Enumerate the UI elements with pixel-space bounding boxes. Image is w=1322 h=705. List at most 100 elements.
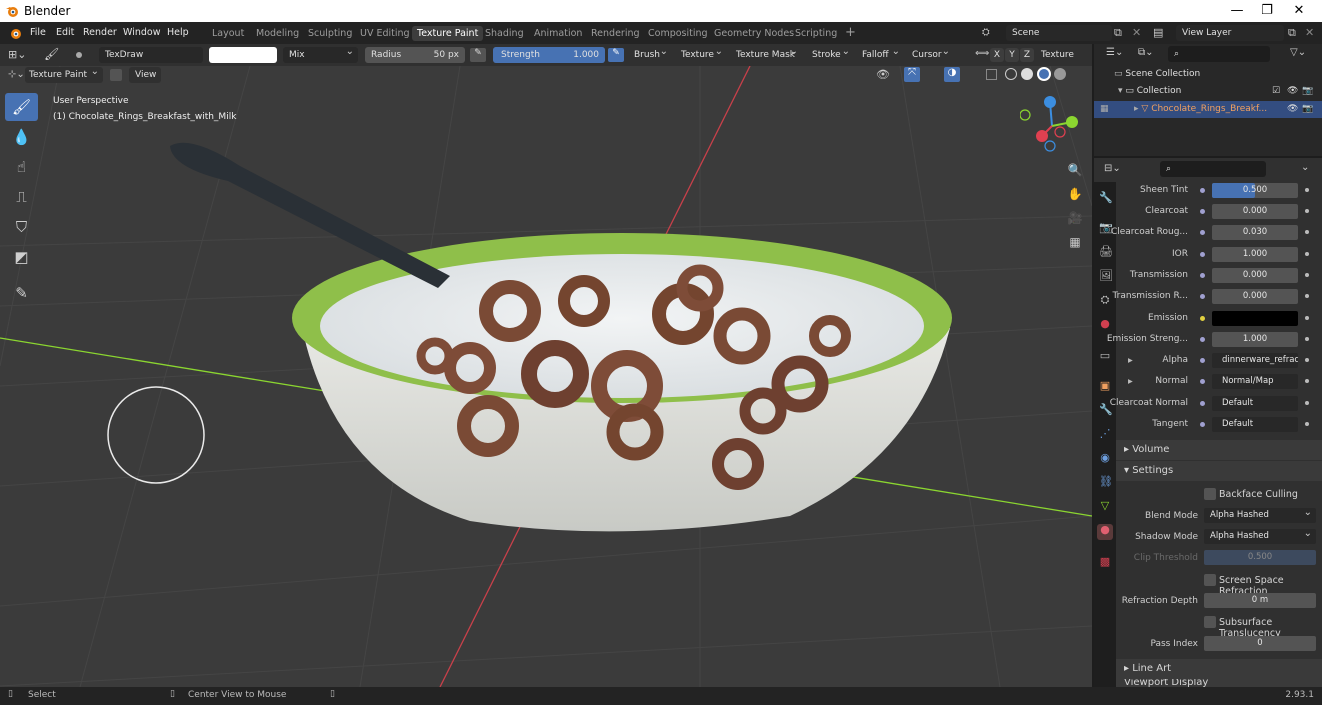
view-layer-field[interactable]: View Layer xyxy=(1176,25,1284,41)
menu-file[interactable]: File xyxy=(30,27,46,38)
clearcoat-field[interactable]: 0.000 xyxy=(1212,204,1298,219)
normal-field[interactable]: Normal/Map xyxy=(1212,374,1298,389)
ortho-grid-icon[interactable]: ▦ xyxy=(1066,233,1084,251)
keyframe-dot-icon[interactable] xyxy=(1305,337,1309,341)
gizmo-toggle-icon[interactable]: ⤧ xyxy=(904,67,920,82)
eye-icon[interactable]: 👁 xyxy=(1287,83,1298,100)
view-layer-icon[interactable]: ▤ xyxy=(1153,26,1163,39)
scene-icon[interactable]: ⛭ xyxy=(982,27,990,38)
new-scene-icon[interactable]: ⧉ xyxy=(1114,26,1122,40)
fake-user-dot-icon[interactable] xyxy=(76,52,82,58)
tab-compositing[interactable]: Compositing xyxy=(643,26,713,41)
maximize-button[interactable]: ❐ xyxy=(1252,2,1282,20)
menu-render[interactable]: Render xyxy=(83,27,117,38)
keyframe-dot-icon[interactable] xyxy=(1305,316,1309,320)
keyframe-dot-icon[interactable] xyxy=(1305,358,1309,362)
3d-viewport[interactable]: ⊹⌄ Texture Paint View 👁 ⤧ ◑ User Perspec… xyxy=(0,66,1092,687)
pan-hand-icon[interactable]: ✋ xyxy=(1066,185,1084,203)
navigation-gizmo[interactable] xyxy=(1020,94,1084,158)
output-tab-icon[interactable]: 🖨 xyxy=(1099,246,1113,258)
add-workspace-icon[interactable]: + xyxy=(840,26,861,41)
expand-arrow-icon[interactable]: ▸ xyxy=(1128,376,1133,387)
object-tab-icon[interactable]: ▣ xyxy=(1099,380,1111,392)
render-tab-icon[interactable]: 📷 xyxy=(1099,222,1113,234)
brush-name-field[interactable]: TexDraw xyxy=(99,47,203,63)
view-layer-tab-icon[interactable]: 🖼 xyxy=(1099,270,1113,282)
symmetry-icon[interactable]: ⟺ xyxy=(975,48,989,59)
draw-tool-icon[interactable]: 🖌 xyxy=(5,93,38,121)
radius-pressure-icon[interactable]: ✎ xyxy=(470,48,486,62)
keyframe-dot-icon[interactable] xyxy=(1305,422,1309,426)
mode-dropdown[interactable]: Texture Paint xyxy=(25,66,103,83)
tab-scripting[interactable]: Scripting xyxy=(790,26,842,41)
data-tab-icon[interactable]: ▽ xyxy=(1099,500,1111,512)
overlays-toggle-icon[interactable]: ◑ xyxy=(944,67,960,82)
blend-mode-dropdown[interactable]: Mix xyxy=(283,44,358,63)
mask-tool-icon[interactable]: ◩ xyxy=(5,243,38,271)
physics-tab-icon[interactable]: ◉ xyxy=(1099,452,1111,464)
outliner-editor-icon[interactable]: ☰⌄ xyxy=(1106,47,1123,58)
exclude-checkbox-icon[interactable]: ☑ xyxy=(1272,83,1280,100)
smear-tool-icon[interactable]: ☝ xyxy=(5,153,38,181)
pass-index-field[interactable]: 0 xyxy=(1204,636,1316,651)
socket-dot-icon[interactable] xyxy=(1200,188,1205,193)
material-tab-icon[interactable]: ● xyxy=(1097,524,1113,540)
scene-field[interactable]: Scene xyxy=(1006,25,1112,41)
expand-arrow-icon[interactable]: ▸ xyxy=(1128,355,1133,366)
zoom-icon[interactable]: 🔍 xyxy=(1066,161,1084,179)
keyframe-dot-icon[interactable] xyxy=(1305,252,1309,256)
socket-dot-icon[interactable] xyxy=(1200,230,1205,235)
socket-dot-icon[interactable] xyxy=(1200,294,1205,299)
tab-layout[interactable]: Layout xyxy=(207,26,249,41)
scene-collection-row[interactable]: ▭ Scene Collection xyxy=(1094,66,1322,83)
xray-toggle-icon[interactable] xyxy=(986,69,997,80)
socket-dot-icon[interactable] xyxy=(1200,209,1205,214)
editor-type-icon[interactable]: ⊞⌄ xyxy=(8,48,26,61)
solid-shading-icon[interactable] xyxy=(1021,68,1033,80)
scene-tab-icon[interactable]: ⛭ xyxy=(1099,294,1111,306)
radius-field[interactable]: Radius 50 px xyxy=(365,47,465,63)
tab-modeling[interactable]: Modeling xyxy=(251,26,304,41)
clearcoat-normal-field[interactable]: Default xyxy=(1212,396,1298,411)
symmetry-x-toggle[interactable]: X xyxy=(990,48,1004,62)
subsurface-checkbox[interactable] xyxy=(1204,616,1216,628)
camera-render-icon[interactable]: 📷 xyxy=(1302,101,1313,118)
keyframe-dot-icon[interactable] xyxy=(1305,273,1309,277)
eye-icon[interactable]: 👁 xyxy=(1287,101,1298,118)
brush-color-swatch[interactable] xyxy=(209,47,277,63)
socket-dot-icon[interactable] xyxy=(1200,379,1205,384)
emission-field[interactable] xyxy=(1212,311,1298,326)
brush-menu[interactable]: Brush xyxy=(630,44,672,63)
transmission-r-field[interactable]: 0.000 xyxy=(1212,289,1298,304)
line-art-section-header[interactable]: ▸ Line Art xyxy=(1116,659,1322,679)
socket-dot-icon[interactable] xyxy=(1200,401,1205,406)
fill-tool-icon[interactable]: ⛉ xyxy=(5,213,38,241)
socket-dot-icon[interactable] xyxy=(1200,358,1205,363)
collection-tab-icon[interactable]: ▭ xyxy=(1099,350,1111,362)
soften-tool-icon[interactable]: 💧 xyxy=(5,123,38,151)
menu-help[interactable]: Help xyxy=(167,27,189,38)
wireframe-shading-icon[interactable] xyxy=(1005,68,1017,80)
material-preview-icon[interactable] xyxy=(1037,67,1051,81)
properties-search-input[interactable]: ⌕ xyxy=(1160,161,1266,177)
backface-culling-checkbox[interactable] xyxy=(1204,488,1216,500)
transmission-field[interactable]: 0.000 xyxy=(1212,268,1298,283)
minimize-button[interactable]: — xyxy=(1222,2,1252,20)
keyframe-dot-icon[interactable] xyxy=(1305,401,1309,405)
annotate-tool-icon[interactable]: ✎ xyxy=(5,279,38,307)
keyframe-dot-icon[interactable] xyxy=(1305,209,1309,213)
socket-dot-icon[interactable] xyxy=(1200,422,1205,427)
visibility-icon[interactable]: 👁 xyxy=(876,68,890,81)
tab-sculpting[interactable]: Sculpting xyxy=(303,26,357,41)
clearcoat-roug-field[interactable]: 0.030 xyxy=(1212,225,1298,240)
socket-dot-icon[interactable] xyxy=(1200,273,1205,278)
filter-icon[interactable]: ▽⌄ xyxy=(1290,47,1306,58)
editor-type-icon[interactable]: ⊹⌄ xyxy=(8,69,25,80)
world-tab-icon[interactable]: ● xyxy=(1099,318,1111,330)
delete-scene-icon[interactable]: ✕ xyxy=(1132,26,1141,39)
tab-texture-paint[interactable]: Texture Paint xyxy=(412,26,484,41)
delete-view-layer-icon[interactable]: ✕ xyxy=(1305,26,1314,39)
outliner-search-input[interactable]: ⌕ xyxy=(1168,46,1270,62)
keyframe-dot-icon[interactable] xyxy=(1305,379,1309,383)
clone-tool-icon[interactable]: ⎍ xyxy=(5,183,38,211)
